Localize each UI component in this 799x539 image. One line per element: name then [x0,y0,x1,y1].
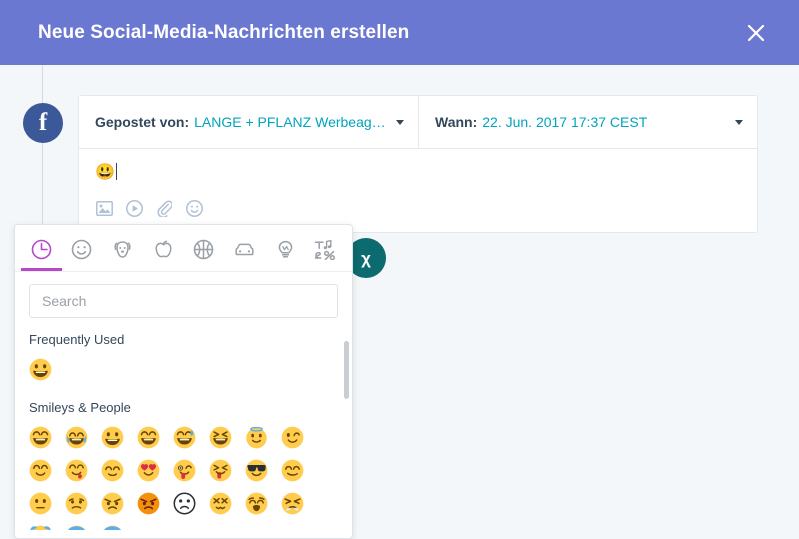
emoji-glyph [29,358,52,381]
when-label: Wann: [435,114,478,130]
emoji-face-with-tears-of-joy[interactable] [65,421,101,454]
emoji-smiling-face-with-open-mouth[interactable] [137,421,173,454]
emoji-face-savoring-food[interactable] [65,454,101,487]
smiley-icon [71,234,92,264]
page-title: Neue Social-Media-Nachrichten erstellen [38,21,410,43]
emoji-winking-face-with-tongue[interactable] [173,454,209,487]
emoji-tab-animals-nature[interactable] [102,234,143,271]
image-icon [96,201,113,216]
text-cursor [115,163,117,180]
emoji-smirking-face[interactable] [281,454,317,487]
chevron-down-icon [735,119,743,125]
emoji-tab-recent[interactable] [21,234,62,271]
emoji-tab-travel-places[interactable] [224,234,265,271]
emoji-grinning-face-with-smiling-eyes[interactable] [29,421,65,454]
emoji-grid-smileys-people [29,421,338,530]
message-input[interactable]: 😃 [79,149,757,193]
emoji-tab-symbols[interactable] [305,234,346,271]
emoji-squinting-face-with-tongue[interactable] [209,454,245,487]
insert-emoji-button[interactable] [185,199,204,218]
chevron-down-icon [396,119,404,125]
emoji-smiling-face-with-sweat[interactable] [173,421,209,454]
emoji-pouting-face[interactable] [137,487,173,520]
active-tab-underline [21,268,62,271]
emoji-anxious-face-with-sweat[interactable] [101,520,137,530]
emoji-neutral-face[interactable] [29,487,65,520]
emoji-picker: Frequently Used Smileys & People [14,224,353,539]
insert-video-button[interactable] [125,199,144,218]
emoji-relieved-face[interactable] [101,454,137,487]
avatar-xing-letter: χ [361,248,371,268]
emoji-grinning-face[interactable] [101,421,137,454]
emoji-grinning-squinting-face[interactable] [209,421,245,454]
car-icon [234,234,255,264]
avatar-facebook-letter: f [38,108,48,136]
symbols-icon [314,234,337,264]
when-field[interactable]: Wann: 22. Jun. 2017 17:37 CEST [418,96,757,148]
section-title-frequently-used: Frequently Used [29,332,125,347]
video-play-icon [126,200,143,217]
emoji-smiling-face-with-halo[interactable] [245,421,281,454]
emoji-winking-face[interactable] [281,421,317,454]
paperclip-icon [157,200,172,217]
emoji-confounded-face[interactable] [209,487,245,520]
emoji-smiling-face-with-sunglasses[interactable] [245,454,281,487]
modal-header: Neue Social-Media-Nachrichten erstellen [0,0,799,65]
when-value: 22. Jun. 2017 17:37 CEST [482,114,648,130]
emoji-tab-activity[interactable] [184,234,225,271]
tab-underline [305,268,346,271]
emoji-smiley-icon [186,200,203,217]
tab-underline [265,268,306,271]
emoji-tab-smileys-people[interactable] [62,234,103,271]
emoji-grid-frequently-used [29,353,338,386]
tab-underline [143,268,184,271]
tab-underline [62,268,103,271]
clock-icon [31,234,52,264]
avatar-facebook[interactable]: f [23,103,63,143]
section-title-smileys-people: Smileys & People [29,400,131,415]
emoji-smiling-face-with-smiling-eyes[interactable] [29,454,65,487]
close-icon [747,24,765,41]
emoji-weary-face[interactable] [245,487,281,520]
apple-icon [153,234,174,264]
insert-image-button[interactable] [95,199,114,218]
message-text: 😃 [95,164,115,181]
attach-file-button[interactable] [155,199,174,218]
composer-meta-row: Gepostet von: LANGE + PFLANZ Werbeage… W… [79,96,757,149]
emoji-face-screaming-in-fear[interactable] [29,520,65,530]
emoji-smiling-face-with-heart-eyes[interactable] [137,454,173,487]
tab-underline [102,268,143,271]
tab-underline [224,268,265,271]
posted-by-value: LANGE + PFLANZ Werbeage… [194,114,388,130]
close-button[interactable] [739,16,773,50]
emoji-unamused-face[interactable] [65,487,101,520]
tab-underline [184,268,225,271]
emoji-grinning-face-with-big-eyes[interactable] [29,353,65,386]
emoji-face-with-steam-from-nose[interactable] [281,487,317,520]
emoji-category-tabs [15,225,352,272]
emoji-frowning-face[interactable] [173,487,209,520]
emoji-search-wrap [15,272,352,318]
dog-icon [112,234,133,264]
emoji-tab-objects[interactable] [265,234,306,271]
posted-by-field[interactable]: Gepostet von: LANGE + PFLANZ Werbeage… [79,96,418,148]
composer-card: Gepostet von: LANGE + PFLANZ Werbeage… W… [78,95,758,233]
lightbulb-icon [275,234,296,264]
modal-body: f χ Gepostet von: LANGE + PFLANZ Werbeag… [0,65,799,539]
emoji-fearful-face[interactable] [65,520,101,530]
emoji-search-input[interactable] [29,284,338,318]
emoji-scrollbar-thumb[interactable] [344,341,349,399]
emoji-scroll-area[interactable]: Frequently Used Smileys & People [15,318,352,530]
basketball-icon [193,234,214,264]
emoji-angry-face[interactable] [101,487,137,520]
emoji-scrollbar[interactable] [344,341,349,531]
emoji-tab-food-drink[interactable] [143,234,184,271]
posted-by-label: Gepostet von: [95,114,190,130]
